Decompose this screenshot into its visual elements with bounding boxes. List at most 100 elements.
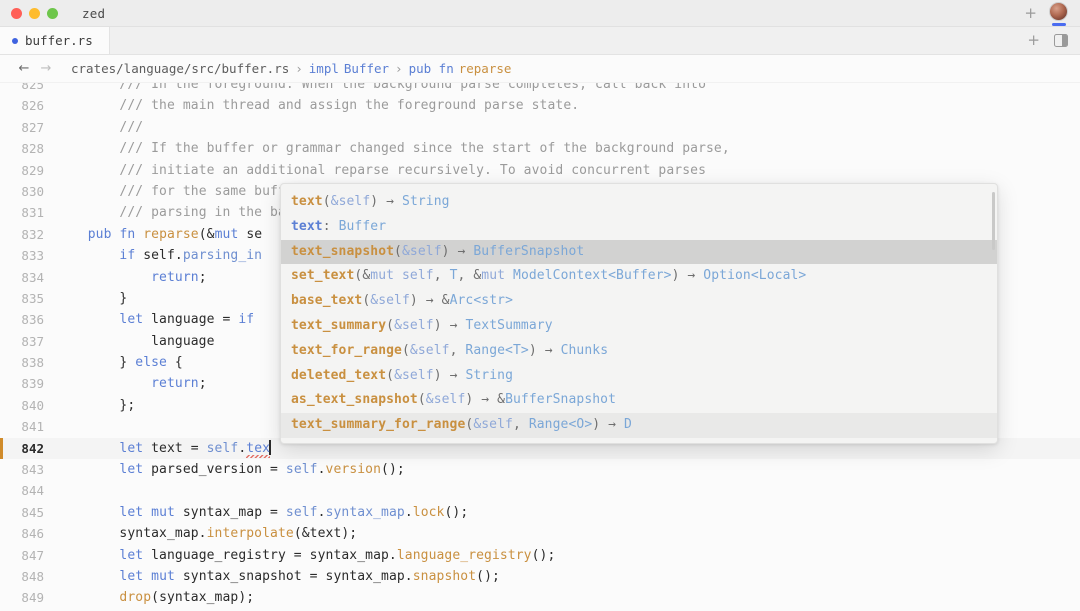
line-number: 831 (0, 202, 56, 223)
autocomplete-scrollbar[interactable] (992, 192, 995, 250)
line-number: 843 (0, 459, 56, 480)
line-number: 827 (0, 117, 56, 138)
line-number: 844 (0, 480, 56, 501)
autocomplete-item[interactable]: text_summary(&self) → TextSummary (281, 314, 997, 339)
line-content: let mut syntax_snapshot = syntax_map.sna… (56, 566, 500, 587)
tab-bar: buffer.rs + (0, 27, 1080, 55)
autocomplete-item[interactable]: set_text(&mut self, T, &mut ModelContext… (281, 264, 997, 289)
autocomplete-item[interactable]: text(&self) → String (281, 190, 997, 215)
code-line-844[interactable]: 844 (0, 480, 1080, 501)
line-content: /// In the foreground. When the backgrou… (56, 83, 706, 95)
code-line-827[interactable]: 827 /// (0, 117, 1080, 138)
tab-bar-actions: + (1027, 27, 1080, 54)
line-number: 841 (0, 416, 56, 437)
new-window-icon[interactable]: + (1024, 6, 1037, 21)
navigate-back-icon[interactable]: ← (13, 61, 35, 76)
maximize-window-button[interactable] (47, 8, 58, 19)
autocomplete-popup[interactable]: text(&self) → Stringtext: Buffertext_sna… (280, 183, 998, 444)
line-content: let mut syntax_map = self.syntax_map.loc… (56, 502, 468, 523)
autocomplete-list: text(&self) → Stringtext: Buffertext_sna… (281, 190, 997, 438)
line-number: 830 (0, 181, 56, 202)
line-number: 845 (0, 502, 56, 523)
avatar[interactable] (1049, 2, 1068, 24)
split-pane-icon[interactable] (1054, 34, 1068, 47)
line-number: 838 (0, 352, 56, 373)
line-number: 849 (0, 587, 56, 606)
line-content: if self.parsing_in (56, 245, 262, 266)
line-content: /// If the buffer or grammar changed sin… (56, 138, 730, 159)
line-content: syntax_map.interpolate(&text); (56, 523, 357, 544)
line-number: 829 (0, 160, 56, 181)
breadcrumb-fn-keyword: pub fn (409, 61, 454, 76)
line-content: } (56, 288, 127, 309)
minimize-window-button[interactable] (29, 8, 40, 19)
line-number: 828 (0, 138, 56, 159)
breadcrumb-impl-keyword: impl (309, 61, 339, 76)
code-line-843[interactable]: 843 let parsed_version = self.version(); (0, 459, 1080, 480)
line-number: 846 (0, 523, 56, 544)
line-content: let text = self.tex (56, 438, 271, 459)
tab-buffer-rs[interactable]: buffer.rs (0, 27, 110, 54)
autocomplete-item[interactable]: text_summary_for_range(&self, Range<O>) … (281, 413, 997, 438)
line-number: 840 (0, 395, 56, 416)
zed-editor-window: zed + buffer.rs + ← → crates/language/sr… (0, 0, 1080, 611)
line-number: 826 (0, 95, 56, 116)
line-number: 842 (0, 438, 56, 459)
code-line-825[interactable]: 825 /// In the foreground. When the back… (0, 83, 1080, 95)
autocomplete-item[interactable]: as_text_snapshot(&self) → &BufferSnapsho… (281, 388, 997, 413)
code-line-847[interactable]: 847 let language_registry = syntax_map.l… (0, 545, 1080, 566)
breadcrumb-fn-name[interactable]: reparse (459, 61, 512, 76)
code-line-826[interactable]: 826 /// the main thread and assign the f… (0, 95, 1080, 116)
code-line-848[interactable]: 848 let mut syntax_snapshot = syntax_map… (0, 566, 1080, 587)
avatar-image (1049, 2, 1068, 21)
line-content: return; (56, 373, 207, 394)
code-line-845[interactable]: 845 let mut syntax_map = self.syntax_map… (0, 502, 1080, 523)
line-number: 848 (0, 566, 56, 587)
line-content: } else { (56, 352, 183, 373)
unsaved-indicator-icon (12, 38, 18, 44)
line-number: 839 (0, 373, 56, 394)
code-line-828[interactable]: 828 /// If the buffer or grammar changed… (0, 138, 1080, 159)
line-content: let parsed_version = self.version(); (56, 459, 405, 480)
tab-label: buffer.rs (25, 33, 93, 48)
new-tab-icon[interactable]: + (1027, 33, 1040, 48)
line-content: pub fn reparse(&mut se (56, 224, 262, 245)
breadcrumb: ← → crates/language/src/buffer.rs › impl… (0, 55, 1080, 83)
line-content: }; (56, 395, 135, 416)
autocomplete-item[interactable]: text_for_range(&self, Range<T>) → Chunks (281, 339, 997, 364)
code-line-846[interactable]: 846 syntax_map.interpolate(&text); (0, 523, 1080, 544)
line-content: /// (56, 117, 143, 138)
line-content: drop(syntax_map); (56, 587, 254, 606)
line-content: let language_registry = syntax_map.langu… (56, 545, 555, 566)
title-bar: zed + (0, 0, 1080, 27)
line-number: 835 (0, 288, 56, 309)
code-line-829[interactable]: 829 /// initiate an additional reparse r… (0, 160, 1080, 181)
breadcrumb-impl-type[interactable]: Buffer (344, 61, 389, 76)
line-content: language (56, 331, 215, 352)
avatar-status-indicator (1052, 23, 1066, 26)
autocomplete-item[interactable]: text_snapshot(&self) → BufferSnapshot (281, 240, 997, 265)
line-number: 834 (0, 267, 56, 288)
line-content: /// initiate an additional reparse recur… (56, 160, 706, 181)
line-content: let language = if (56, 309, 254, 330)
line-number: 832 (0, 224, 56, 245)
close-window-button[interactable] (11, 8, 22, 19)
code-line-849[interactable]: 849 drop(syntax_map); (0, 587, 1080, 606)
app-title: zed (82, 6, 105, 21)
code-editor[interactable]: 825 /// In the foreground. When the back… (0, 83, 1080, 606)
line-number: 847 (0, 545, 56, 566)
breadcrumb-separator-2: › (389, 61, 409, 76)
line-number: 825 (0, 83, 56, 95)
line-content: return; (56, 267, 207, 288)
breadcrumb-trail: crates/language/src/buffer.rs › impl Buf… (71, 61, 511, 76)
line-number: 837 (0, 331, 56, 352)
title-bar-actions: + (1024, 2, 1072, 24)
autocomplete-item[interactable]: base_text(&self) → &Arc<str> (281, 289, 997, 314)
line-content: /// the main thread and assign the foreg… (56, 95, 579, 116)
breadcrumb-separator-1: › (289, 61, 309, 76)
autocomplete-item[interactable]: text: Buffer (281, 215, 997, 240)
navigate-forward-icon[interactable]: → (35, 61, 57, 76)
autocomplete-item[interactable]: deleted_text(&self) → String (281, 364, 997, 389)
window-controls (11, 8, 58, 19)
breadcrumb-file-path[interactable]: crates/language/src/buffer.rs (71, 61, 289, 76)
